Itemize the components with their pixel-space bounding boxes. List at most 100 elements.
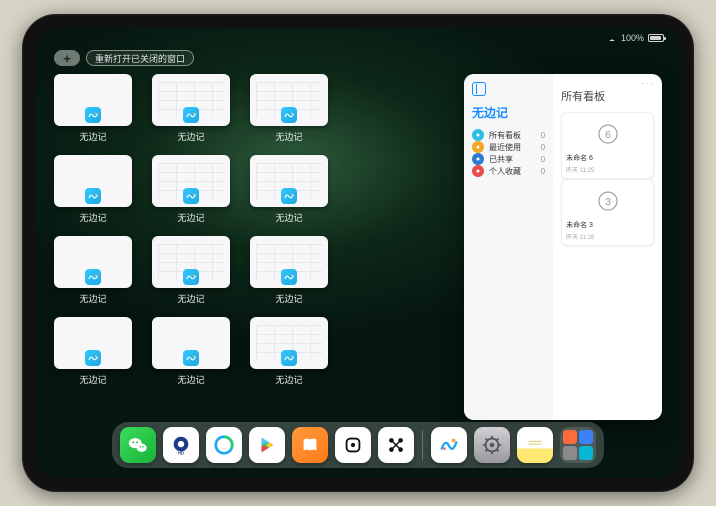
dock: HD — [112, 422, 604, 468]
lw-sidebar-item[interactable]: ● 最近使用 0 — [472, 141, 545, 153]
folder-mini-app — [563, 430, 577, 444]
window-thumbnail[interactable] — [54, 155, 132, 207]
freeform-icon — [85, 350, 101, 366]
app-settings[interactable] — [474, 427, 510, 463]
lw-item-count: 0 — [541, 167, 545, 176]
ipad-frame: 100% + 重新打开已关闭的窗口 无边记无边记无边记无边记无边记无边记无边记无… — [22, 14, 694, 492]
freeform-icon — [281, 350, 297, 366]
app-wechat[interactable] — [120, 427, 156, 463]
reopen-label: 重新打开已关闭的窗口 — [95, 52, 185, 65]
lw-title: 无边记 — [472, 104, 545, 121]
window-thumbnail[interactable] — [250, 74, 328, 126]
lw-item-label: 所有看板 — [489, 130, 521, 141]
window-card[interactable]: 无边记 — [54, 74, 132, 143]
reopen-closed-window-pill[interactable]: 重新打开已关闭的窗口 — [86, 50, 194, 66]
lw-item-label: 最近使用 — [489, 142, 521, 153]
dot-icon: ● — [472, 165, 484, 177]
window-label: 无边记 — [79, 130, 106, 143]
app-folder[interactable] — [560, 427, 596, 463]
window-thumbnail[interactable] — [54, 317, 132, 369]
app-notes[interactable] — [517, 427, 553, 463]
window-label: 无边记 — [275, 130, 302, 143]
window-thumbnail[interactable] — [250, 317, 328, 369]
window-label: 无边记 — [79, 211, 106, 224]
board-card[interactable]: 3 未命名 3 昨天 11:26 — [561, 179, 654, 246]
freeform-icon — [183, 350, 199, 366]
lw-sidebar-item[interactable]: ●已共享0 — [472, 153, 545, 165]
window-grid: 无边记无边记无边记无边记无边记无边记无边记无边记无边记无边记无边记无边记 — [54, 74, 424, 420]
app-play[interactable] — [249, 427, 285, 463]
window-thumbnail[interactable] — [152, 317, 230, 369]
lw-item-count: 0 — [541, 155, 545, 164]
freeform-icon — [183, 188, 199, 204]
freeform-icon — [85, 269, 101, 285]
window-label: 无边记 — [275, 292, 302, 305]
window-thumbnail[interactable] — [152, 236, 230, 288]
window-thumbnail[interactable] — [250, 155, 328, 207]
window-label: 无边记 — [275, 373, 302, 386]
window-label: 无边记 — [177, 292, 204, 305]
window-thumbnail[interactable] — [250, 236, 328, 288]
window-card[interactable]: 无边记 — [54, 317, 132, 386]
lw-sidebar-item[interactable]: ● 个人收藏 0 — [472, 165, 545, 177]
app-freeform[interactable] — [431, 427, 467, 463]
app-browser-hd[interactable]: HD — [163, 427, 199, 463]
freeform-icon — [281, 107, 297, 123]
window-card[interactable]: 无边记 — [152, 317, 230, 386]
wifi-icon — [607, 33, 617, 43]
window-label: 无边记 — [79, 373, 106, 386]
dock-separator — [422, 430, 423, 460]
freeform-icon — [85, 107, 101, 123]
lw-item-label: 个人收藏 — [489, 166, 521, 177]
board-name: 未命名 6 — [566, 153, 649, 163]
sidebar-toggle-icon[interactable] — [472, 82, 486, 96]
window-thumbnail[interactable] — [152, 155, 230, 207]
battery-icon — [648, 34, 664, 42]
dot-icon: ● — [472, 153, 484, 165]
window-card[interactable]: 无边记 — [250, 155, 328, 224]
window-label: 无边记 — [177, 130, 204, 143]
window-thumbnail[interactable] — [152, 74, 230, 126]
folder-mini-app — [563, 446, 577, 460]
window-card[interactable]: 无边记 — [152, 236, 230, 305]
lw-sidebar-item[interactable]: ● 所有看板 0 — [472, 129, 545, 141]
window-card[interactable]: 无边记 — [54, 155, 132, 224]
status-bar: 100% — [36, 28, 680, 48]
window-card[interactable]: 无边记 — [152, 155, 230, 224]
window-card[interactable]: 无边记 — [54, 236, 132, 305]
board-preview: 3 — [566, 184, 649, 218]
app-qq-browser[interactable] — [206, 427, 242, 463]
lw-sidebar: 无边记 ●所有看板0●最近使用0●已共享0●个人收藏0 — [464, 74, 553, 420]
lw-item-count: 0 — [541, 143, 545, 152]
window-card[interactable]: 无边记 — [152, 74, 230, 143]
freeform-icon — [281, 188, 297, 204]
board-card[interactable]: 6未命名 6昨天 11:25 — [561, 112, 654, 179]
folder-mini-app — [579, 430, 593, 444]
dot-icon: ● — [472, 129, 484, 141]
folder-mini-app — [579, 446, 593, 460]
svg-text:HD: HD — [178, 451, 184, 456]
window-label: 无边记 — [79, 292, 106, 305]
window-thumbnail[interactable] — [54, 74, 132, 126]
more-icon[interactable]: ··· — [641, 78, 654, 89]
lw-item-count: 0 — [541, 131, 545, 140]
battery-text: 100% — [621, 33, 644, 43]
freeform-icon — [183, 107, 199, 123]
board-subtitle: 昨天 11:26 — [566, 232, 649, 241]
window-thumbnail[interactable] — [54, 236, 132, 288]
window-label: 无边记 — [177, 373, 204, 386]
app-books[interactable] — [292, 427, 328, 463]
window-card[interactable]: 无边记 — [250, 236, 328, 305]
freeform-icon — [183, 269, 199, 285]
freeform-icon — [281, 269, 297, 285]
app-dice[interactable] — [335, 427, 371, 463]
large-window-preview[interactable]: 无边记 ●所有看板0●最近使用0●已共享0●个人收藏0 ··· 所有看板 6未命… — [464, 74, 662, 420]
window-card[interactable]: 无边记 — [250, 317, 328, 386]
window-card[interactable]: 无边记 — [250, 74, 328, 143]
plus-icon: + — [63, 51, 71, 66]
add-window-button[interactable]: + — [54, 50, 80, 66]
app-nodes[interactable] — [378, 427, 414, 463]
board-name: 未命名 3 — [566, 220, 649, 230]
dot-icon: ● — [472, 141, 484, 153]
screen: 100% + 重新打开已关闭的窗口 无边记无边记无边记无边记无边记无边记无边记无… — [36, 28, 680, 478]
